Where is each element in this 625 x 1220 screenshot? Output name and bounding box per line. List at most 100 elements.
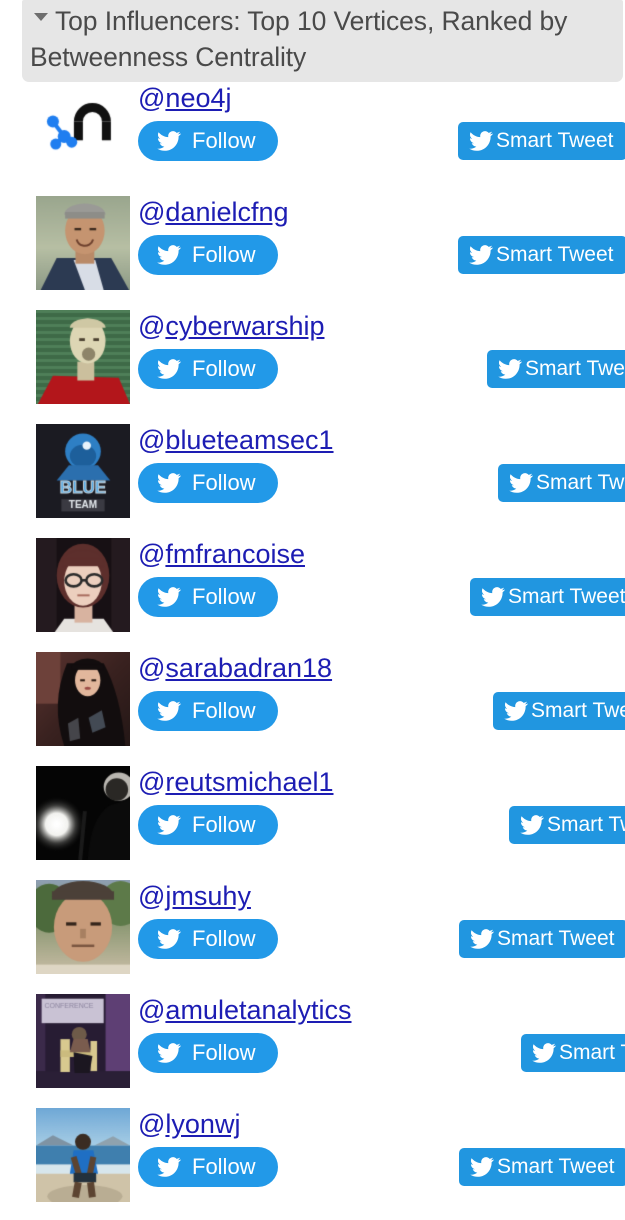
influencer-handle-link[interactable]: @blueteamsec1 bbox=[138, 422, 625, 457]
influencer-row: @neo4j Follow Smart Tweet bbox=[0, 80, 625, 194]
follow-button-label: Follow bbox=[192, 926, 256, 951]
avatar[interactable] bbox=[36, 652, 130, 746]
twitter-bird-icon bbox=[508, 472, 533, 494]
twitter-bird-icon bbox=[469, 1156, 494, 1178]
influencer-handle-link[interactable]: @lyonwj bbox=[138, 1106, 625, 1141]
influencer-row: @jmsuhy Follow Smart Tweet bbox=[0, 878, 625, 992]
avatar[interactable] bbox=[36, 880, 130, 974]
avatar[interactable] bbox=[36, 310, 130, 404]
smart-tweet-button[interactable]: Smart Tweet bbox=[470, 578, 625, 616]
smart-tweet-button-label: Smart Tweet bbox=[508, 585, 625, 608]
handle-at-symbol: @ bbox=[138, 881, 166, 911]
action-button-row: Follow Smart Tweet bbox=[138, 121, 625, 163]
influencer-content: @cyberwarship Follow Smart Tweet bbox=[138, 308, 625, 391]
influencer-list: @neo4j Follow Smart Tweet @danielcfng Follow… bbox=[0, 80, 625, 1220]
handle-at-symbol: @ bbox=[138, 197, 166, 227]
smart-tweet-button[interactable]: Smart Tweet bbox=[459, 1148, 625, 1186]
action-button-row: Follow Smart Tweet bbox=[138, 235, 625, 277]
smart-tweet-button[interactable]: Smart Tweet bbox=[493, 692, 625, 730]
influencer-content: @reutsmichael1 Follow Smart Tweet bbox=[138, 764, 625, 847]
follow-button[interactable]: Follow bbox=[138, 577, 278, 617]
twitter-bird-icon bbox=[156, 814, 181, 836]
follow-button[interactable]: Follow bbox=[138, 919, 278, 959]
handle-at-symbol: @ bbox=[138, 653, 166, 683]
handle-at-symbol: @ bbox=[138, 539, 166, 569]
action-button-row: Follow Smart Tweet bbox=[138, 805, 625, 847]
smart-tweet-button[interactable]: Smart Tweet bbox=[521, 1034, 625, 1072]
follow-button[interactable]: Follow bbox=[138, 235, 278, 275]
smart-tweet-button[interactable]: Smart Tweet bbox=[509, 806, 625, 844]
twitter-bird-icon bbox=[519, 814, 544, 836]
follow-button-label: Follow bbox=[192, 1040, 256, 1065]
handle-username: blueteamsec1 bbox=[165, 425, 334, 455]
follow-button[interactable]: Follow bbox=[138, 1147, 278, 1187]
action-button-row: Follow Smart Tweet bbox=[138, 577, 625, 619]
smart-tweet-button-label: Smart Tweet bbox=[559, 1041, 625, 1064]
avatar[interactable] bbox=[36, 424, 130, 518]
follow-button[interactable]: Follow bbox=[138, 805, 278, 845]
twitter-bird-icon bbox=[156, 472, 181, 494]
influencer-handle-link[interactable]: @amuletanalytics bbox=[138, 992, 625, 1027]
smart-tweet-button[interactable]: Smart Tweet bbox=[458, 236, 625, 274]
twitter-bird-icon bbox=[468, 130, 493, 152]
caret-down-icon[interactable] bbox=[34, 13, 48, 21]
smart-tweet-button-label: Smart Tweet bbox=[496, 243, 614, 266]
handle-username: jmsuhy bbox=[165, 881, 251, 911]
smart-tweet-button-label: Smart Tweet bbox=[531, 699, 625, 722]
influencer-row: @sarabadran18 Follow Smart Tweet bbox=[0, 650, 625, 764]
influencer-row: @lyonwj Follow Smart Tweet bbox=[0, 1106, 625, 1220]
influencer-handle-link[interactable]: @reutsmichael1 bbox=[138, 764, 625, 799]
avatar[interactable] bbox=[36, 994, 130, 1088]
handle-username: reutsmichael1 bbox=[165, 767, 334, 797]
twitter-bird-icon bbox=[156, 586, 181, 608]
follow-button-label: Follow bbox=[192, 356, 256, 381]
panel-header[interactable]: Top Influencers: Top 10 Vertices, Ranked… bbox=[22, 0, 623, 82]
handle-at-symbol: @ bbox=[138, 1109, 166, 1139]
twitter-bird-icon bbox=[503, 700, 528, 722]
influencer-handle-link[interactable]: @neo4j bbox=[138, 80, 625, 115]
follow-button[interactable]: Follow bbox=[138, 121, 278, 161]
follow-button[interactable]: Follow bbox=[138, 349, 278, 389]
influencer-row: @blueteamsec1 Follow Smart Tweet bbox=[0, 422, 625, 536]
influencer-handle-link[interactable]: @cyberwarship bbox=[138, 308, 625, 343]
influencer-handle-link[interactable]: @sarabadran18 bbox=[138, 650, 625, 685]
avatar[interactable] bbox=[36, 82, 130, 176]
follow-button[interactable]: Follow bbox=[138, 463, 278, 503]
influencer-content: @jmsuhy Follow Smart Tweet bbox=[138, 878, 625, 961]
follow-button-label: Follow bbox=[192, 584, 256, 609]
smart-tweet-button[interactable]: Smart Tweet bbox=[458, 122, 625, 160]
twitter-bird-icon bbox=[156, 130, 181, 152]
handle-username: cyberwarship bbox=[165, 311, 325, 341]
handle-at-symbol: @ bbox=[138, 995, 166, 1025]
action-button-row: Follow Smart Tweet bbox=[138, 919, 625, 961]
smart-tweet-button-label: Smart Tweet bbox=[525, 357, 625, 380]
avatar[interactable] bbox=[36, 196, 130, 290]
top-influencers-panel: Top Influencers: Top 10 Vertices, Ranked… bbox=[0, 0, 625, 1202]
smart-tweet-button-label: Smart Tweet bbox=[536, 471, 625, 494]
follow-button[interactable]: Follow bbox=[138, 1033, 278, 1073]
handle-at-symbol: @ bbox=[138, 311, 166, 341]
influencer-row: @reutsmichael1 Follow Smart Tweet bbox=[0, 764, 625, 878]
influencer-handle-link[interactable]: @fmfrancoise bbox=[138, 536, 625, 571]
avatar[interactable] bbox=[36, 766, 130, 860]
influencer-handle-link[interactable]: @danielcfng bbox=[138, 194, 625, 229]
avatar[interactable] bbox=[36, 1108, 130, 1202]
action-button-row: Follow Smart Tweet bbox=[138, 349, 625, 391]
smart-tweet-button[interactable]: Smart Tweet bbox=[498, 464, 625, 502]
twitter-bird-icon bbox=[469, 928, 494, 950]
influencer-handle-link[interactable]: @jmsuhy bbox=[138, 878, 625, 913]
action-button-row: Follow Smart Tweet bbox=[138, 691, 625, 733]
page-title: Top Influencers: Top 10 Vertices, Ranked… bbox=[30, 6, 568, 72]
smart-tweet-button-label: Smart Tweet bbox=[497, 1155, 615, 1178]
follow-button-label: Follow bbox=[192, 698, 256, 723]
influencer-content: @danielcfng Follow Smart Tweet bbox=[138, 194, 625, 277]
avatar[interactable] bbox=[36, 538, 130, 632]
handle-at-symbol: @ bbox=[138, 425, 166, 455]
twitter-bird-icon bbox=[531, 1042, 556, 1064]
smart-tweet-button[interactable]: Smart Tweet bbox=[487, 350, 625, 388]
smart-tweet-button[interactable]: Smart Tweet bbox=[459, 920, 625, 958]
handle-username: sarabadran18 bbox=[165, 653, 333, 683]
influencer-content: @lyonwj Follow Smart Tweet bbox=[138, 1106, 625, 1189]
twitter-bird-icon bbox=[156, 358, 181, 380]
follow-button[interactable]: Follow bbox=[138, 691, 278, 731]
